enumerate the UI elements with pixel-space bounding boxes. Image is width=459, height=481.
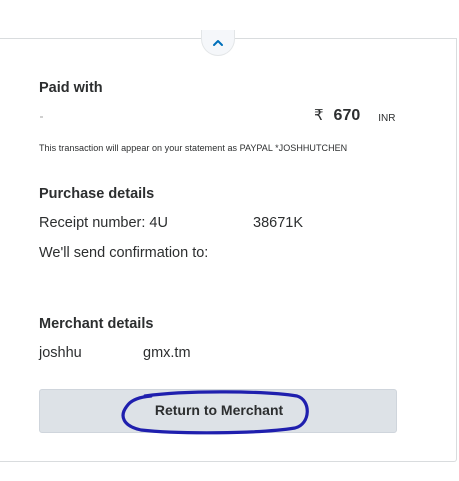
receipt-number-tail: 38671K — [253, 215, 303, 231]
currency-symbol: ₹ — [314, 107, 324, 124]
return-to-merchant-label: Return to Merchant — [154, 402, 284, 418]
paid-with-heading: Paid with — [39, 80, 103, 96]
amount-row: ₹ 670 INR — [314, 106, 395, 125]
paypal-receipt-page: Paid with ₹ 670 INR This transaction wil… — [0, 0, 459, 481]
funding-source-masked — [40, 116, 43, 118]
confirmation-text: We'll send confirmation to: — [39, 245, 209, 261]
purchase-details-heading: Purchase details — [39, 186, 155, 202]
merchant-details-heading: Merchant details — [39, 316, 154, 332]
return-to-merchant-button[interactable]: Return to Merchant — [39, 389, 397, 433]
receipt-number-label: Receipt number: 4U — [39, 215, 168, 231]
chevron-up-icon — [213, 39, 223, 46]
statement-note: This transaction will appear on your sta… — [39, 143, 348, 153]
currency-code: INR — [378, 113, 396, 124]
amount-value: 670 — [333, 107, 361, 124]
merchant-email-end: gmx.tm — [143, 345, 191, 361]
merchant-email-start: joshhu — [39, 345, 82, 361]
